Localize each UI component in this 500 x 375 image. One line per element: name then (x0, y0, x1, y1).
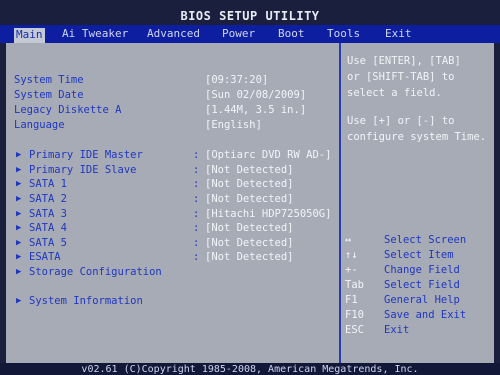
submenu-arrow-icon: ▶ (16, 150, 22, 160)
device-value: [Not Detected] (205, 222, 294, 234)
system-information-label: System Information (29, 295, 143, 307)
tab-boot[interactable]: Boot (278, 27, 305, 40)
tab-ai-tweaker[interactable]: Ai Tweaker (62, 27, 128, 40)
device-value: [Not Detected] (205, 237, 294, 249)
bios-screen: BIOS SETUP UTILITY Main Ai Tweaker Advan… (0, 0, 500, 375)
key-description: Select Item (384, 249, 454, 261)
device-value: [Optiarc DVD RW AD-] (205, 149, 332, 161)
storage-configuration-label: Storage Configuration (29, 266, 162, 278)
tab-exit[interactable]: Exit (385, 27, 412, 40)
tab-power[interactable]: Power (222, 27, 255, 40)
device-value: [Not Detected] (205, 164, 294, 176)
up-down-arrows-icon: ↑↓ (345, 249, 358, 261)
device-label: ESATA (29, 251, 61, 263)
setting-value[interactable]: [1.44M, 3.5 in.] (205, 104, 306, 116)
device-value: [Hitachi HDP725050G] (205, 208, 332, 220)
device-label: SATA 1 (29, 178, 67, 190)
device-label: SATA 5 (29, 237, 67, 249)
key-label: ESC (345, 324, 364, 336)
plus-minus-icon: +- (345, 264, 358, 276)
device-label: SATA 3 (29, 208, 67, 220)
submenu-arrow-icon: ▶ (16, 238, 22, 248)
key-description: Exit (384, 324, 410, 336)
setting-label: System Date (14, 89, 84, 101)
submenu-arrow-icon: ▶ (16, 165, 22, 175)
tab-advanced[interactable]: Advanced (147, 27, 200, 40)
key-label: F1 (345, 294, 358, 306)
tab-main[interactable]: Main (14, 28, 45, 44)
device-label: SATA 2 (29, 193, 67, 205)
device-value: [Not Detected] (205, 178, 294, 190)
key-label: F10 (345, 309, 364, 321)
device-label: Primary IDE Master (29, 149, 143, 161)
key-description: Save and Exit (384, 309, 467, 321)
key-description: Select Screen (384, 234, 467, 246)
left-right-arrows-icon: ↔ (345, 234, 352, 246)
device-label: SATA 4 (29, 222, 67, 234)
key-label: Tab (345, 279, 364, 291)
submenu-arrow-icon: ▶ (16, 296, 22, 306)
submenu-arrow-icon: ▶ (16, 267, 22, 277)
key-description: Change Field (384, 264, 460, 276)
panel-divider (339, 43, 341, 363)
submenu-arrow-icon: ▶ (16, 179, 22, 189)
tab-tools[interactable]: Tools (327, 27, 360, 40)
setting-value[interactable]: [English] (205, 119, 262, 131)
submenu-arrow-icon: ▶ (16, 194, 22, 204)
key-description: Select Field (384, 279, 460, 291)
submenu-arrow-icon: ▶ (16, 209, 22, 219)
device-label: Primary IDE Slave (29, 164, 137, 176)
menu-bar: Main Ai Tweaker Advanced Power Boot Tool… (0, 25, 500, 44)
setting-label: Language (14, 119, 65, 131)
setting-value[interactable]: [09:37:20] (205, 74, 268, 86)
key-description: General Help (384, 294, 460, 306)
help-text-time: Use [+] or [-] to configure system Time. (347, 115, 487, 143)
bios-title: BIOS SETUP UTILITY (180, 9, 320, 23)
submenu-arrow-icon: ▶ (16, 252, 22, 262)
help-text-navigation: Use [ENTER], [TAB] or [SHIFT-TAB] to sel… (347, 55, 461, 99)
setting-label: Legacy Diskette A (14, 104, 122, 116)
setting-label: System Time (14, 74, 84, 86)
device-value: [Not Detected] (205, 193, 294, 205)
submenu-arrow-icon: ▶ (16, 223, 22, 233)
copyright-footer: v02.61 (C)Copyright 1985-2008, American … (81, 364, 419, 375)
device-value: [Not Detected] (205, 251, 294, 263)
setting-value[interactable]: [Sun 02/08/2009] (205, 89, 306, 101)
